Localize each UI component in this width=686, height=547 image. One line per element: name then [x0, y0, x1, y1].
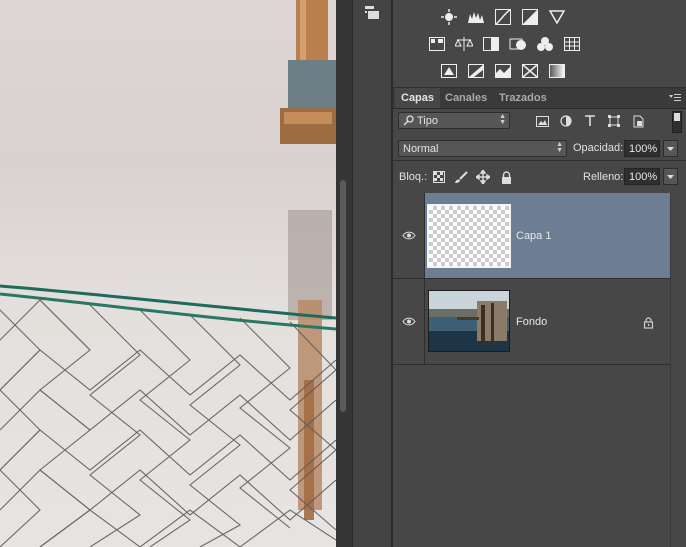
opacity-label: Opacidad:	[573, 142, 624, 154]
adjustment-filter-icon[interactable]	[558, 113, 574, 129]
hue-saturation-icon[interactable]	[426, 33, 447, 54]
document-canvas[interactable]	[0, 0, 336, 547]
right-panel: Capas Canales Trazados Tipo ▲ ▼ Normal ▲ ▼…	[393, 0, 686, 547]
smart-object-filter-icon[interactable]	[630, 113, 646, 129]
fill-input[interactable]: 100%	[624, 168, 660, 185]
panel-tabs: Capas Canales Trazados	[393, 88, 686, 109]
curves-icon[interactable]	[492, 6, 513, 27]
stepper-icon: ▲ ▼	[556, 141, 563, 154]
shape-filter-icon[interactable]	[606, 113, 622, 129]
fill-dropdown[interactable]	[663, 168, 678, 185]
levels-icon[interactable]	[465, 6, 486, 27]
opacity-dropdown[interactable]	[663, 140, 678, 157]
layer-thumbnail-transparent	[427, 204, 511, 268]
lock-label: Bloq.:	[399, 171, 428, 183]
threshold-icon[interactable]	[492, 60, 513, 81]
panel-menu-icon[interactable]	[668, 91, 682, 105]
image-filter-icon[interactable]	[534, 113, 550, 129]
layer-row[interactable]: Fondo	[393, 279, 670, 365]
type-filter-icon[interactable]	[582, 113, 598, 129]
layer-name[interactable]: Capa 1	[516, 193, 551, 279]
layers-scrollbar[interactable]	[670, 193, 686, 547]
layer-name[interactable]: Fondo	[516, 279, 547, 365]
selective-color-icon[interactable]	[519, 60, 540, 81]
blend-row: Normal ▲ ▼ Opacidad: 100%	[393, 136, 686, 163]
fill-label: Relleno:	[583, 171, 624, 183]
filter-kind-select[interactable]: Tipo ▲ ▼	[398, 112, 510, 129]
vibrance-icon[interactable]	[546, 6, 567, 27]
lock-paint-icon[interactable]	[453, 169, 469, 185]
photo-filter-icon[interactable]	[507, 33, 528, 54]
black-white-icon[interactable]	[480, 33, 501, 54]
stepper-icon: ▲ ▼	[499, 113, 506, 126]
layer-lock-icon	[640, 315, 656, 331]
history-icon[interactable]	[359, 2, 385, 24]
tab-paths[interactable]: Trazados	[493, 88, 553, 108]
lock-all-icon[interactable]	[498, 169, 514, 185]
layer-row[interactable]: Capa 1	[393, 193, 670, 279]
blend-mode-select[interactable]: Normal ▲ ▼	[398, 140, 567, 157]
lock-row: Bloq.: Relleno: 100%	[393, 164, 686, 191]
posterize-icon[interactable]	[465, 60, 486, 81]
gradient-map-icon[interactable]	[546, 60, 567, 81]
tab-channels[interactable]: Canales	[439, 88, 493, 108]
blend-mode-value: Normal	[403, 143, 439, 155]
brightness-icon[interactable]	[438, 6, 459, 27]
visibility-eye-icon[interactable]	[393, 193, 425, 278]
layer-filter-row: Tipo ▲ ▼	[393, 108, 686, 135]
color-balance-icon[interactable]	[453, 33, 474, 54]
invert-icon[interactable]	[438, 60, 459, 81]
canvas-image	[0, 0, 336, 547]
opacity-input[interactable]: 100%	[624, 140, 660, 157]
layer-thumbnail-photo	[428, 290, 510, 352]
exposure-icon[interactable]	[519, 6, 540, 27]
filter-kind-value: Tipo	[417, 115, 438, 127]
color-lookup-icon[interactable]	[561, 33, 582, 54]
lock-position-icon[interactable]	[475, 169, 491, 185]
tab-layers[interactable]: Capas	[395, 88, 441, 108]
visibility-eye-icon[interactable]	[393, 279, 425, 364]
layers-list: Capa 1 Fondo	[393, 193, 670, 547]
divider	[393, 160, 686, 161]
canvas-scroll-thumb[interactable]	[340, 180, 346, 412]
lock-transparent-icon[interactable]	[431, 169, 447, 185]
filter-toggle[interactable]	[672, 111, 682, 133]
collapsed-panel-strip	[352, 0, 392, 547]
adjustments-panel	[393, 0, 686, 88]
channel-mixer-icon[interactable]	[534, 33, 555, 54]
search-icon	[401, 113, 415, 128]
